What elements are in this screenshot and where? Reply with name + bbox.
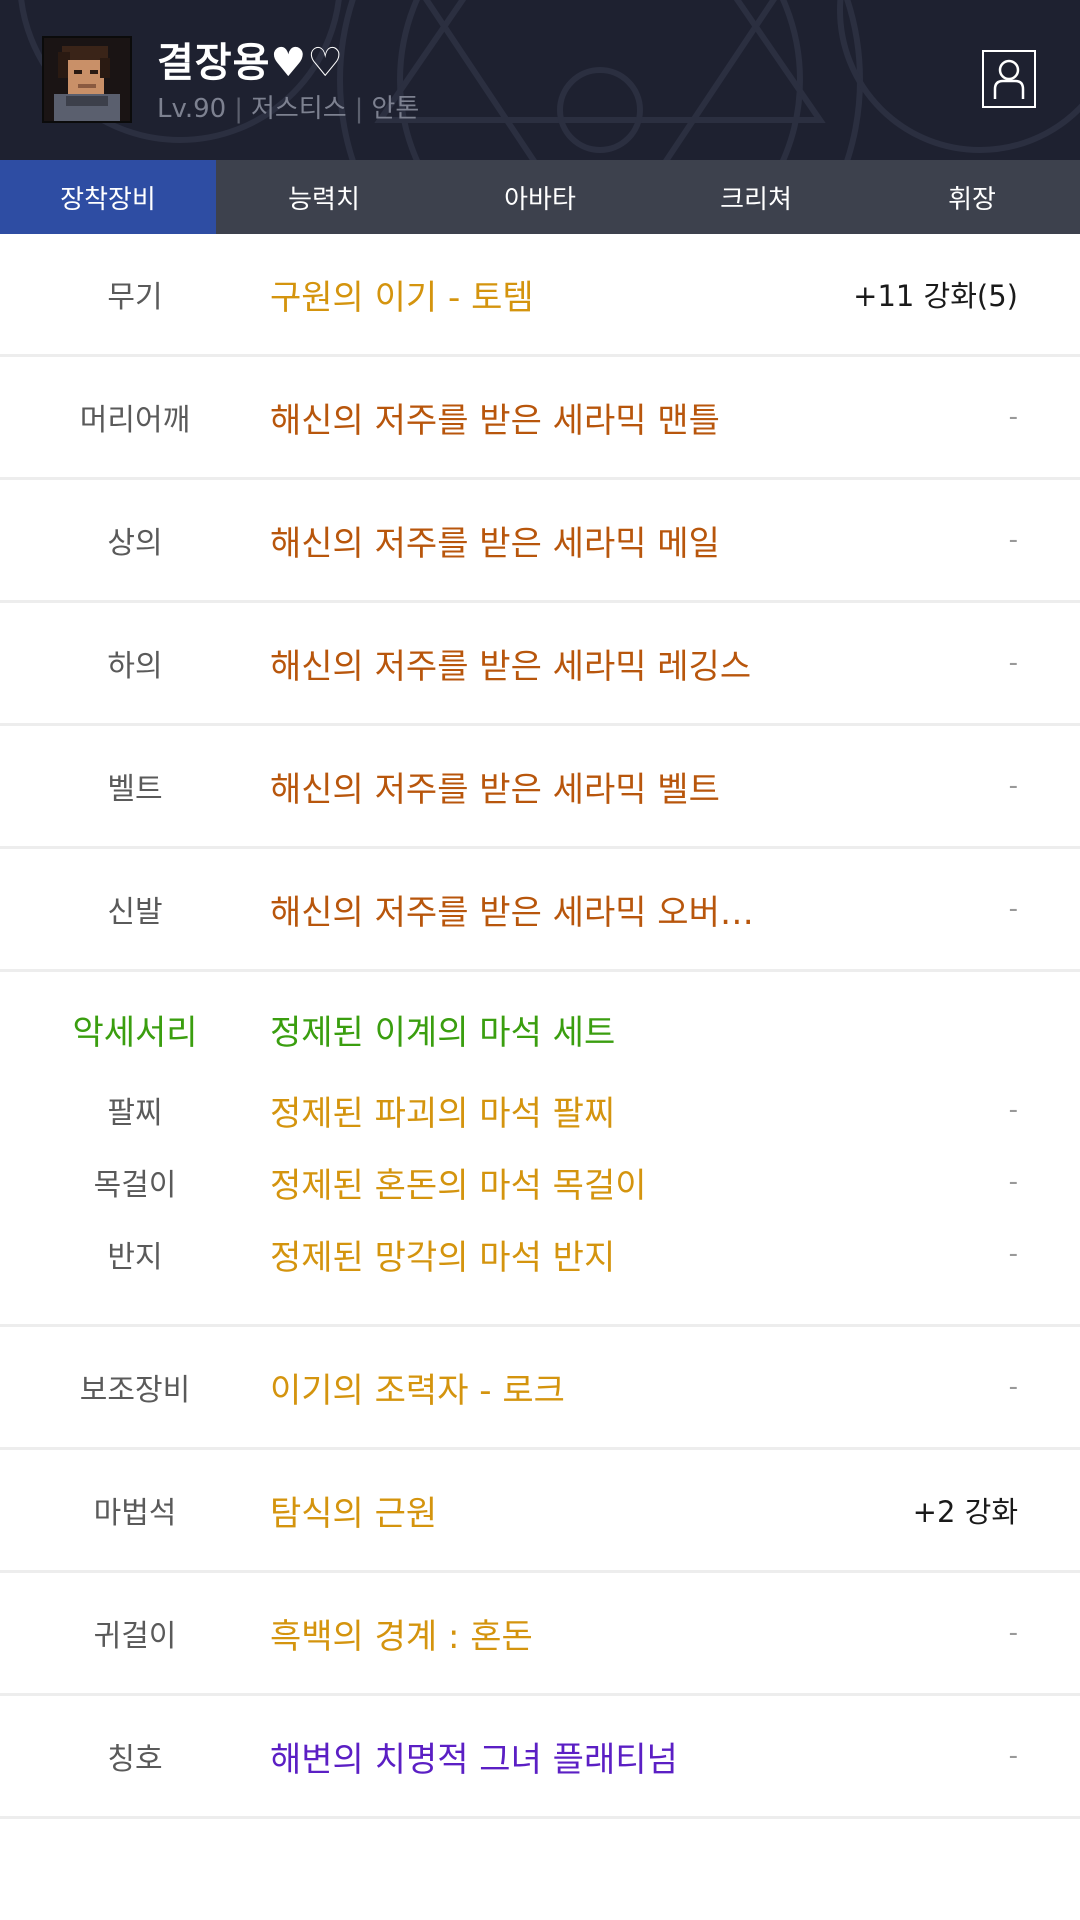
accessory-heading-label: 악세서리	[72, 1012, 198, 1053]
enhance-value: -	[1008, 894, 1018, 924]
character-header: 결장용♥♡ Lv.90 | 저스티스 | 안톤	[0, 0, 1080, 160]
character-portrait-icon	[44, 38, 130, 121]
slot-label: 벨트	[107, 772, 163, 807]
accessory-set-heading: 악세서리 정제된 이계의 마석 세트	[0, 1004, 1080, 1054]
tab-insignia[interactable]: 휘장	[864, 160, 1080, 234]
slot-label: 반지	[107, 1240, 163, 1275]
character-avatar	[42, 36, 132, 123]
slot-label: 무기	[107, 280, 163, 315]
tab-avatar[interactable]: 아바타	[432, 160, 648, 234]
character-server: 안톤	[371, 94, 420, 124]
character-class: 저스티스	[250, 94, 347, 124]
enhance-value: -	[1008, 771, 1018, 801]
accessory-set-name: 정제된 이계의 마석 세트	[270, 1012, 616, 1053]
slot-label: 보조장비	[79, 1373, 191, 1408]
character-name: 결장용♥♡	[157, 40, 345, 86]
separator: |	[234, 94, 243, 124]
equipment-row-magic-stone[interactable]: 마법석 탐식의 근원 +2 강화	[0, 1450, 1080, 1573]
enhance-value: -	[1008, 1167, 1018, 1197]
separator: |	[354, 94, 364, 124]
equipment-row-earring[interactable]: 귀걸이 흑백의 경계 : 혼돈 -	[0, 1573, 1080, 1696]
character-info: Lv.90 | 저스티스 | 안톤	[157, 88, 419, 125]
equipment-row-subweapon[interactable]: 보조장비 이기의 조력자 - 로크 -	[0, 1327, 1080, 1450]
equipment-row-title[interactable]: 칭호 해변의 치명적 그녀 플래티넘 -	[0, 1696, 1080, 1819]
slot-label: 머리어깨	[79, 403, 191, 438]
equipment-row-weapon[interactable]: 무기 구원의 이기 - 토템 +11 강화(5)	[0, 234, 1080, 357]
enhance-value: +11 강화(5)	[853, 279, 1018, 313]
equipment-row-belt[interactable]: 벨트 해신의 저주를 받은 세라믹 벨트 -	[0, 726, 1080, 849]
item-name: 구원의 이기 - 토템	[270, 277, 534, 318]
slot-label: 칭호	[107, 1742, 163, 1777]
item-name: 정제된 망각의 마석 반지	[270, 1237, 616, 1278]
accessory-row-bracelet[interactable]: 팔찌 정제된 파괴의 마석 팔찌 -	[0, 1085, 1080, 1135]
item-name: 해신의 저주를 받은 세라믹 오버…	[270, 892, 754, 933]
equipment-row-top[interactable]: 상의 해신의 저주를 받은 세라믹 메일 -	[0, 480, 1080, 603]
item-name: 이기의 조력자 - 로크	[270, 1370, 565, 1411]
equipment-row-shoulder[interactable]: 머리어깨 해신의 저주를 받은 세라믹 맨틀 -	[0, 357, 1080, 480]
enhance-value: -	[1008, 1372, 1018, 1402]
enhance-value: -	[1008, 1239, 1018, 1269]
slot-label: 상의	[107, 526, 163, 561]
character-level: Lv.90	[157, 94, 227, 124]
item-name: 해변의 치명적 그녀 플래티넘	[270, 1739, 678, 1780]
item-name: 해신의 저주를 받은 세라믹 벨트	[270, 769, 720, 810]
item-name: 해신의 저주를 받은 세라믹 메일	[270, 523, 720, 564]
equipment-row-shoes[interactable]: 신발 해신의 저주를 받은 세라믹 오버… -	[0, 849, 1080, 972]
enhance-value: +2 강화	[912, 1495, 1018, 1529]
tab-creature[interactable]: 크리쳐	[648, 160, 864, 234]
item-name: 해신의 저주를 받은 세라믹 레깅스	[270, 646, 752, 687]
slot-label: 하의	[107, 649, 163, 684]
equipment-row-bottom[interactable]: 하의 해신의 저주를 받은 세라믹 레깅스 -	[0, 603, 1080, 726]
accessory-set-block[interactable]: 악세서리 정제된 이계의 마석 세트 팔찌 정제된 파괴의 마석 팔찌 - 목걸…	[0, 972, 1080, 1327]
enhance-value: -	[1008, 648, 1018, 678]
item-name: 흑백의 경계 : 혼돈	[270, 1616, 533, 1657]
enhance-value: -	[1008, 1741, 1018, 1771]
item-name: 해신의 저주를 받은 세라믹 맨틀	[270, 400, 720, 441]
slot-label: 귀걸이	[93, 1619, 177, 1654]
profile-button[interactable]	[982, 50, 1036, 108]
item-name: 정제된 파괴의 마석 팔찌	[270, 1093, 616, 1134]
enhance-value: -	[1008, 525, 1018, 555]
enhance-value: -	[1008, 402, 1018, 432]
tab-bar: 장착장비 능력치 아바타 크리쳐 휘장	[0, 160, 1080, 234]
item-name: 정제된 혼돈의 마석 목걸이	[270, 1165, 647, 1206]
enhance-value: -	[1008, 1618, 1018, 1648]
item-name: 탐식의 근원	[270, 1493, 438, 1534]
accessory-row-necklace[interactable]: 목걸이 정제된 혼돈의 마석 목걸이 -	[0, 1157, 1080, 1207]
slot-label: 목걸이	[93, 1168, 177, 1203]
slot-label: 마법석	[93, 1496, 177, 1531]
slot-label: 팔찌	[107, 1096, 163, 1131]
equipment-list: 무기 구원의 이기 - 토템 +11 강화(5) 머리어깨 해신의 저주를 받은…	[0, 234, 1080, 1819]
user-profile-icon	[993, 59, 1025, 99]
slot-label: 신발	[107, 895, 163, 930]
enhance-value: -	[1008, 1095, 1018, 1125]
accessory-row-ring[interactable]: 반지 정제된 망각의 마석 반지 -	[0, 1229, 1080, 1279]
tab-stats[interactable]: 능력치	[216, 160, 432, 234]
tab-equipment[interactable]: 장착장비	[0, 160, 216, 234]
